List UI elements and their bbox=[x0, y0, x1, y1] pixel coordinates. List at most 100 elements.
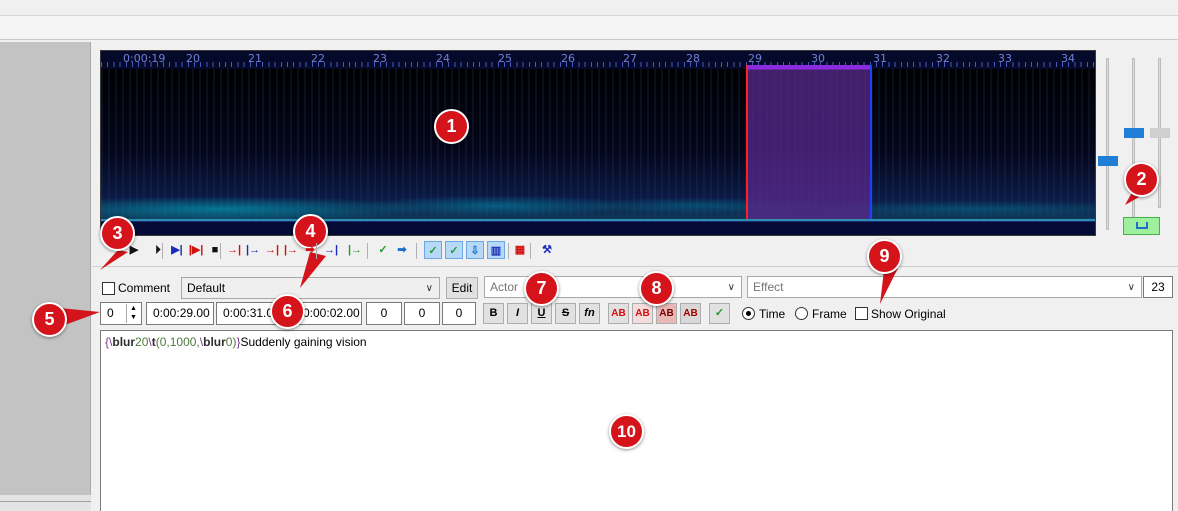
timeline-label: 32 bbox=[936, 52, 950, 65]
timeline-label: 31 bbox=[873, 52, 887, 65]
outline-color-button[interactable]: AB bbox=[656, 303, 677, 324]
title-strip bbox=[0, 0, 1178, 16]
time-label: Time bbox=[759, 307, 786, 321]
marker-5: 5 bbox=[32, 302, 67, 337]
auto-next-icon[interactable]: ✓ bbox=[445, 241, 463, 259]
comment-label: Comment bbox=[118, 281, 171, 295]
timeline-label: 21 bbox=[248, 52, 262, 65]
margin-left-field[interactable]: 0 bbox=[366, 302, 402, 325]
timeline-label: 20 bbox=[186, 52, 200, 65]
actor-placeholder: Actor bbox=[490, 280, 519, 294]
stepper-arrows-icon[interactable]: ▲ ▼ bbox=[126, 304, 140, 323]
bold-button[interactable]: B bbox=[483, 303, 504, 324]
play-icon[interactable]: ▶ bbox=[125, 241, 143, 259]
margin-right-field[interactable]: 0 bbox=[404, 302, 440, 325]
show-original-checkbox[interactable] bbox=[855, 307, 868, 320]
video-panel bbox=[0, 42, 91, 495]
comment-checkbox[interactable] bbox=[102, 282, 115, 295]
selected-line-region[interactable] bbox=[746, 69, 872, 221]
audio-scrollbar[interactable] bbox=[101, 221, 1095, 235]
actor-input[interactable]: Actor ∨ bbox=[484, 276, 742, 298]
marker-9: 9 bbox=[867, 239, 902, 274]
auto-scroll-icon[interactable]: ⇩ bbox=[466, 241, 484, 259]
toolbar-separator bbox=[530, 243, 531, 259]
timeline-label: 0:00:19 bbox=[123, 52, 166, 65]
play-line-icon[interactable]: ▶| bbox=[168, 241, 186, 259]
play-after-start-icon[interactable]: |→ bbox=[244, 241, 262, 259]
play-around-icon[interactable]: |▶| bbox=[187, 241, 205, 259]
strikeout-button[interactable]: S bbox=[555, 303, 576, 324]
toolbar-separator bbox=[416, 243, 417, 259]
spectrogram[interactable] bbox=[101, 69, 1095, 221]
commit-icon[interactable]: ✓ bbox=[374, 241, 392, 259]
frame-radio[interactable] bbox=[795, 307, 808, 320]
italic-button[interactable]: I bbox=[507, 303, 528, 324]
marker-10: 10 bbox=[609, 414, 644, 449]
play-selection-icon[interactable]: ⏵ bbox=[149, 241, 167, 259]
show-original-label: Show Original bbox=[871, 307, 946, 321]
stop-icon[interactable]: ■ bbox=[206, 241, 224, 259]
font-button[interactable]: fn bbox=[579, 303, 600, 324]
audio-timeline: 0:00:19 20 21 22 23 24 25 26 27 28 29 30 31 32 33 34 bbox=[101, 51, 1095, 69]
chevron-down-icon: ∨ bbox=[727, 282, 735, 293]
volume-slider-thumb[interactable] bbox=[1124, 128, 1144, 138]
auto-commit-icon[interactable]: ✓ bbox=[424, 241, 442, 259]
primary-color-button[interactable]: AB bbox=[608, 303, 629, 324]
video-sync-icon[interactable]: ▦ bbox=[511, 241, 529, 259]
timeline-label: 30 bbox=[811, 52, 825, 65]
timeline-label: 25 bbox=[498, 52, 512, 65]
layer-value: 0 bbox=[107, 306, 114, 320]
toolbar-separator bbox=[220, 243, 221, 259]
lead-in-icon[interactable]: →| bbox=[322, 241, 340, 259]
timeline-label: 26 bbox=[561, 52, 575, 65]
effect-placeholder: Effect bbox=[753, 280, 784, 294]
duration-field[interactable]: 0:00:02.00 bbox=[296, 302, 362, 325]
style-value: Default bbox=[187, 281, 226, 295]
start-time-field[interactable]: 0:00:29.00 bbox=[146, 302, 214, 325]
play-before-start-icon[interactable]: →| bbox=[225, 241, 243, 259]
timeline-label: 29 bbox=[748, 52, 762, 65]
subtitle-text-line: {\blur20\t(0,1000,\blur0)}Suddenly gaini… bbox=[105, 335, 367, 349]
video-panel-footer bbox=[0, 495, 91, 511]
timeline-label: 27 bbox=[623, 52, 637, 65]
marker-6: 6 bbox=[270, 294, 305, 329]
play-before-end-icon[interactable]: →| bbox=[263, 241, 281, 259]
menu-strip bbox=[0, 16, 1178, 40]
commit-check-icon[interactable]: ✓ bbox=[709, 303, 730, 324]
audio-spectrum-display[interactable]: 0:00:19 20 21 22 23 24 25 26 27 28 29 30 31 32 33 34 bbox=[100, 50, 1096, 236]
edit-style-button[interactable]: Edit bbox=[446, 277, 478, 299]
time-radio[interactable] bbox=[742, 307, 755, 320]
timeline-label: 33 bbox=[998, 52, 1012, 65]
spectrum-mode-icon[interactable]: ▥ bbox=[487, 241, 505, 259]
next-line-icon[interactable]: ➡ bbox=[393, 241, 411, 259]
callout-3-pointer bbox=[100, 250, 128, 270]
volume-slider-track[interactable] bbox=[1132, 58, 1135, 230]
timeline-label: 24 bbox=[436, 52, 450, 65]
effect-input[interactable]: Effect ∨ bbox=[747, 276, 1142, 298]
play-after-end-icon[interactable]: |→ bbox=[282, 241, 300, 259]
timeline-label: 23 bbox=[373, 52, 387, 65]
marker-2: 2 bbox=[1124, 162, 1159, 197]
link-sliders-button[interactable] bbox=[1123, 217, 1160, 235]
timeline-label: 22 bbox=[311, 52, 325, 65]
margin-vertical-field[interactable]: 0 bbox=[442, 302, 476, 325]
karaoke-icon[interactable]: ⚒ bbox=[538, 241, 556, 259]
lead-out-icon[interactable]: |→ bbox=[346, 241, 364, 259]
zoom-slider-track[interactable] bbox=[1106, 58, 1109, 230]
character-count: 23 bbox=[1143, 276, 1173, 298]
toolbar-separator bbox=[367, 243, 368, 259]
marker-7: 7 bbox=[524, 271, 559, 306]
toolbar-separator bbox=[508, 243, 509, 259]
layer-stepper[interactable]: 0 ▲ ▼ bbox=[100, 302, 142, 325]
timeline-label: 34 bbox=[1061, 52, 1075, 65]
zoom-slider-thumb[interactable] bbox=[1098, 156, 1118, 166]
underline-button[interactable]: U bbox=[531, 303, 552, 324]
secondary-color-button[interactable]: AB bbox=[632, 303, 653, 324]
panel-divider bbox=[92, 266, 1178, 267]
chevron-down-icon: ∨ bbox=[425, 283, 433, 294]
toolbar-separator bbox=[162, 243, 163, 259]
style-dropdown[interactable]: Default ∨ bbox=[181, 277, 440, 299]
shadow-color-button[interactable]: AB bbox=[680, 303, 701, 324]
vertical-zoom-slider-thumb[interactable] bbox=[1150, 128, 1170, 138]
marker-1: 1 bbox=[434, 109, 469, 144]
